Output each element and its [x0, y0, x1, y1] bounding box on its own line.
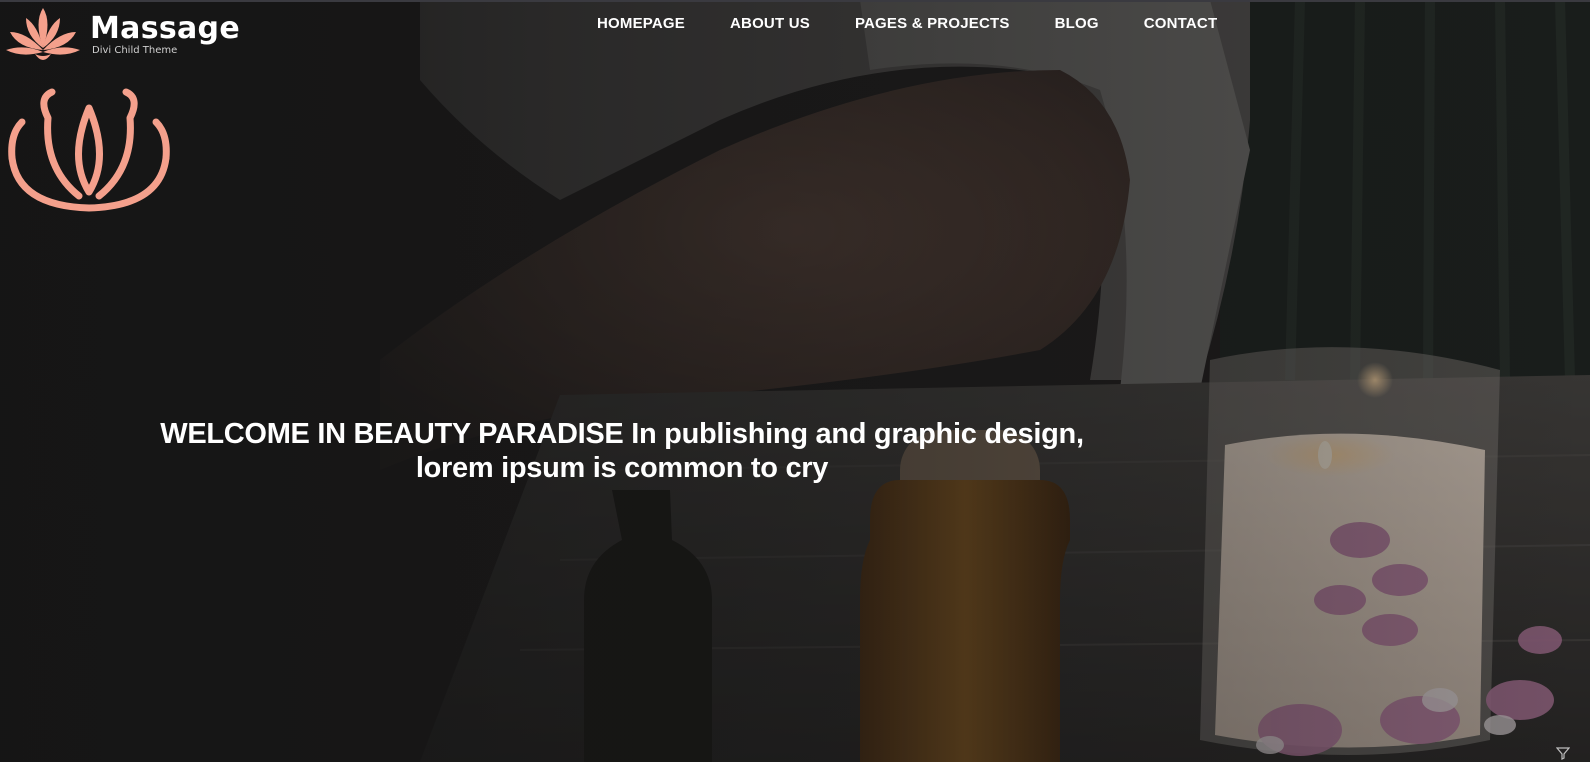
nav-item-homepage[interactable]: HOMEPAGE [597, 14, 685, 34]
hero-background-image [0, 0, 1590, 762]
hero-section: Massage Divi Child Theme HOMEPAGE ABOUT … [0, 0, 1590, 762]
lotus-icon [6, 8, 80, 60]
nav-item-contact[interactable]: CONTACT [1144, 14, 1218, 34]
site-logo[interactable]: Massage Divi Child Theme [4, 4, 240, 66]
nav-item-blog[interactable]: BLOG [1055, 14, 1099, 34]
brand-tagline: Divi Child Theme [92, 45, 178, 56]
lotus-outline-icon [8, 88, 170, 212]
nav-item-about-us[interactable]: ABOUT US [730, 14, 810, 34]
filter-icon [1556, 747, 1570, 760]
main-nav: HOMEPAGE ABOUT US PAGES & PROJECTS BLOG … [597, 14, 1262, 34]
hero-headline: WELCOME IN BEAUTY PARADISE In publishing… [160, 418, 1084, 485]
brand-name: Massage [90, 11, 240, 46]
top-border [0, 0, 1590, 2]
nav-item-pages-projects[interactable]: PAGES & PROJECTS [855, 14, 1010, 34]
